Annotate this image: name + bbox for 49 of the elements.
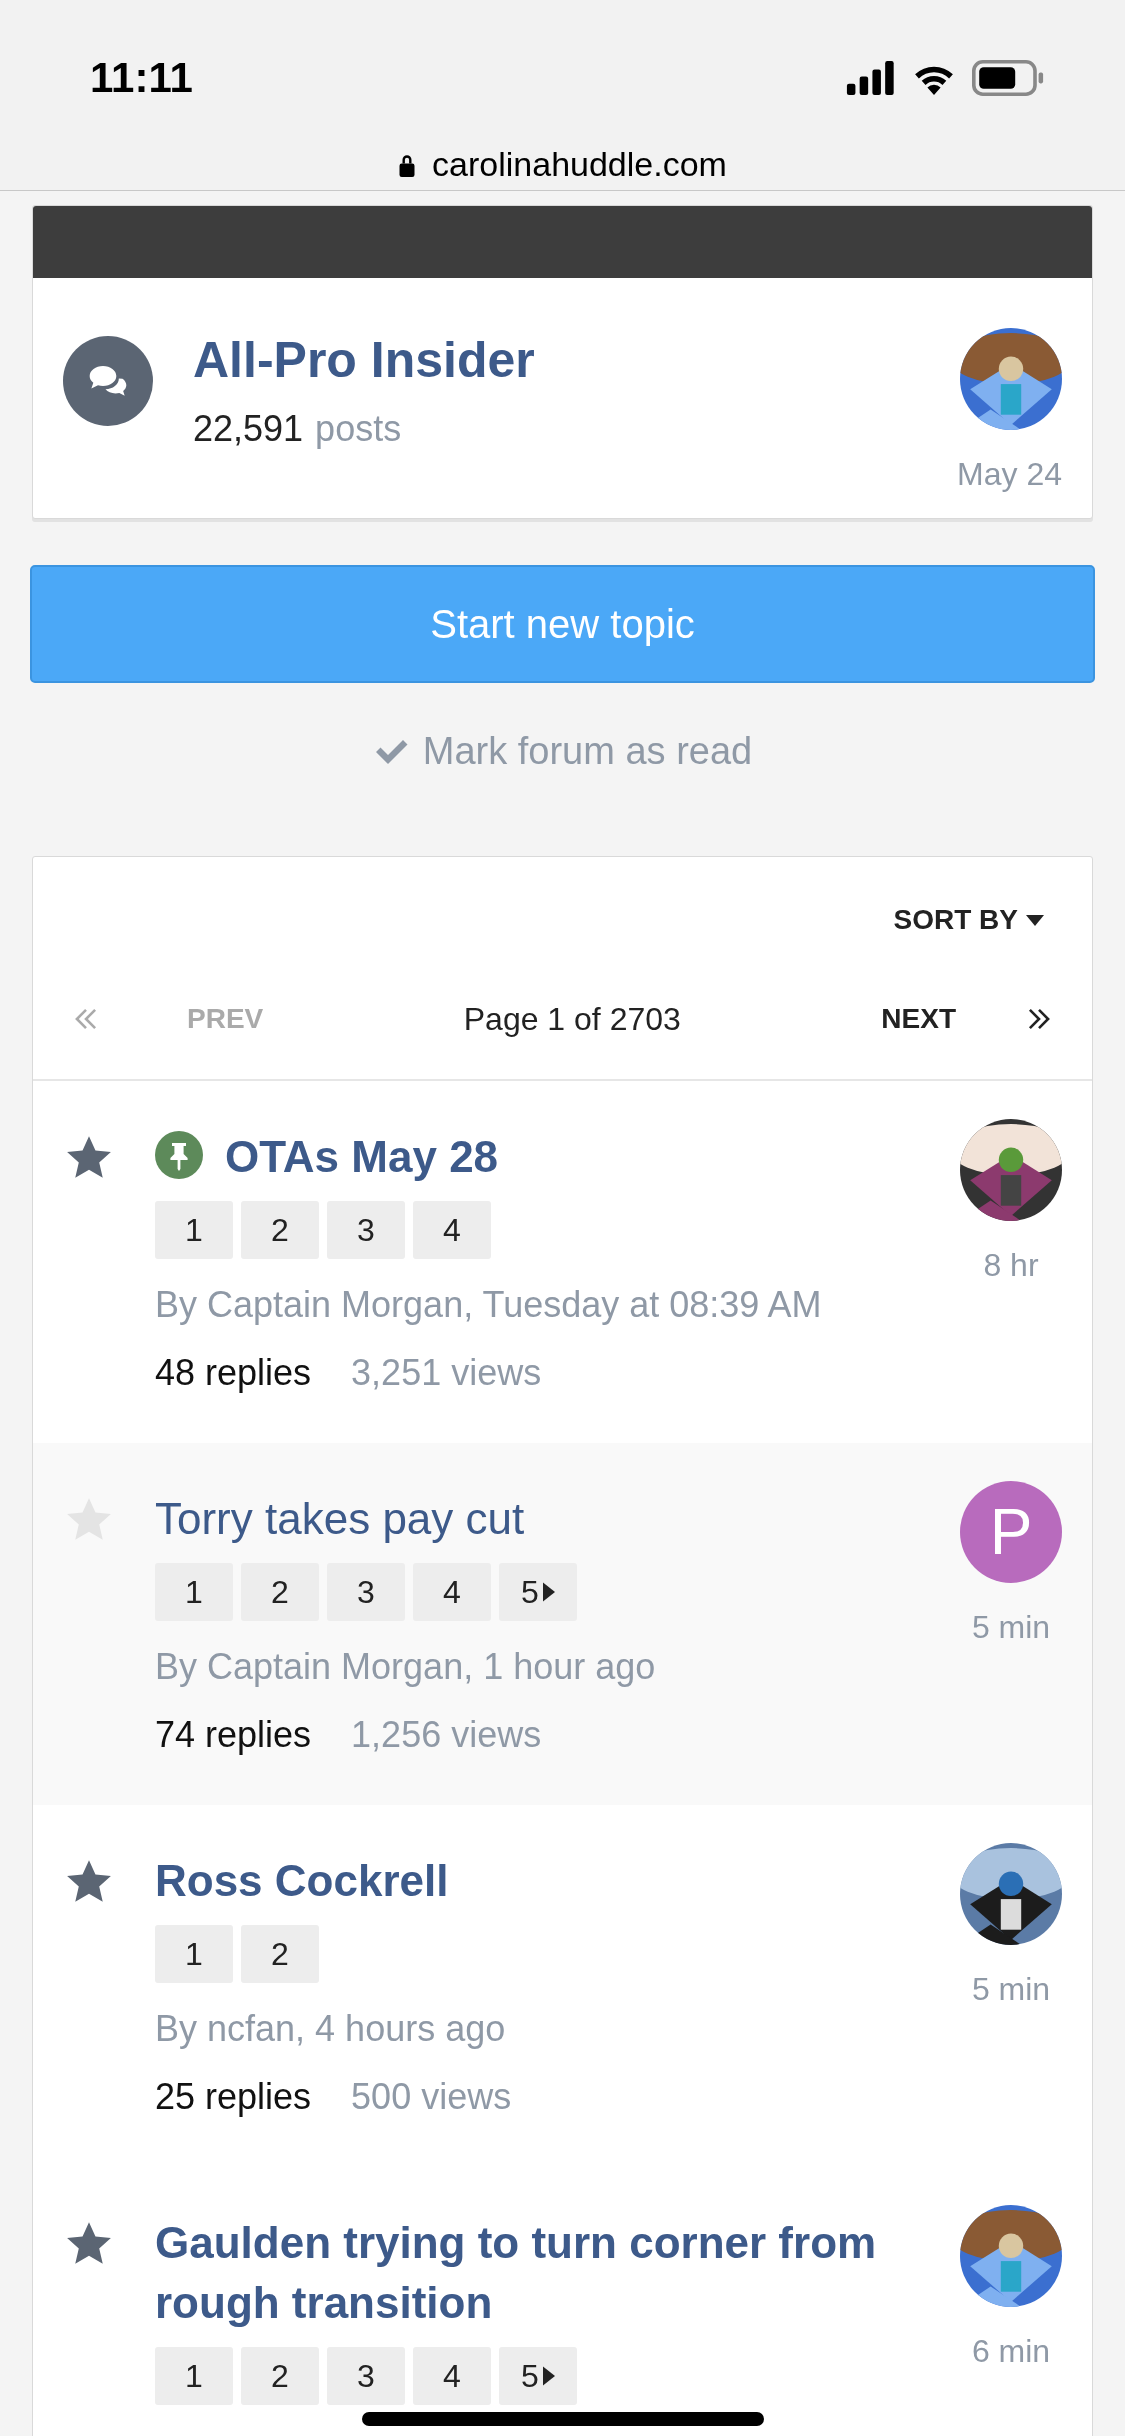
sort-by-button[interactable]: SORT BY <box>893 899 1044 941</box>
reply-count: 48 replies <box>155 1351 312 1395</box>
last-post-time: 6 min <box>971 2332 1051 2371</box>
battery-icon <box>971 59 1045 96</box>
page-link[interactable]: 2 <box>241 1201 319 1259</box>
reply-count: 74 replies <box>155 1713 312 1757</box>
topic-title[interactable]: Ross Cockrell <box>155 1851 449 1911</box>
topic-title[interactable]: Torry takes pay cut <box>155 1489 525 1549</box>
forum-title[interactable]: All-Pro Insider <box>193 328 958 392</box>
topic-title[interactable]: OTAs May 28 <box>225 1127 499 1187</box>
page-link[interactable]: 1 <box>155 2347 233 2405</box>
caret-down-icon <box>1026 914 1044 926</box>
user-avatar[interactable]: P <box>960 1481 1062 1583</box>
topic-byline: By Captain Morgan, Tuesday at 08:39 AM <box>155 1283 823 1327</box>
post-count: 22,591 <box>193 407 304 451</box>
topic-row[interactable]: Torry takes pay cut 1 2 3 4 5 By Captain Morgan, 1 hour ago 74 replies 1,256 views P 5 min <box>33 1443 1092 1805</box>
topic-byline: By Captain Morgan, 1 hour ago <box>155 1645 657 1689</box>
page-link[interactable]: 3 <box>327 2347 405 2405</box>
page-link[interactable]: 3 <box>327 1201 405 1259</box>
last-post-time: 5 min <box>971 1970 1051 2009</box>
signal-icon <box>845 60 897 95</box>
chat-bubbles-icon <box>88 364 128 398</box>
view-count: 500 views <box>351 2075 512 2119</box>
page-link[interactable]: 2 <box>241 1563 319 1621</box>
last-page-icon[interactable] <box>1026 1006 1052 1032</box>
reply-count: 25 replies <box>155 2075 312 2119</box>
topic-byline: By ncfan, 4 hours ago <box>155 2007 507 2051</box>
page-link[interactable]: 5 <box>499 2347 577 2405</box>
status-time: 11:11 <box>90 53 193 103</box>
last-post-time: 8 hr <box>983 1246 1039 1285</box>
view-count: 1,256 views <box>351 1713 542 1757</box>
page-link[interactable]: 2 <box>241 2347 319 2405</box>
last-post-time: 5 min <box>971 1608 1051 1647</box>
page-link[interactable]: 1 <box>155 1925 233 1983</box>
next-button[interactable]: NEXT <box>881 998 956 1040</box>
post-label: posts <box>315 407 402 451</box>
last-post-date: May 24 <box>957 455 1062 494</box>
url-text[interactable]: carolinahuddle.com <box>432 139 727 190</box>
page-link[interactable]: 3 <box>327 1563 405 1621</box>
page-link[interactable]: 1 <box>155 1563 233 1621</box>
page-link[interactable]: 4 <box>413 1563 491 1621</box>
page-link[interactable]: 1 <box>155 1201 233 1259</box>
page-indicator: Page 1 of 2703 <box>462 1000 682 1039</box>
page-link[interactable]: 5 <box>499 1563 577 1621</box>
page-link[interactable]: 4 <box>413 1201 491 1259</box>
page-link[interactable]: 4 <box>413 2347 491 2405</box>
view-count: 3,251 views <box>351 1351 542 1395</box>
page-link[interactable]: 2 <box>241 1925 319 1983</box>
topic-title[interactable]: Gaulden trying to turn corner from rough transition <box>155 2213 940 2333</box>
